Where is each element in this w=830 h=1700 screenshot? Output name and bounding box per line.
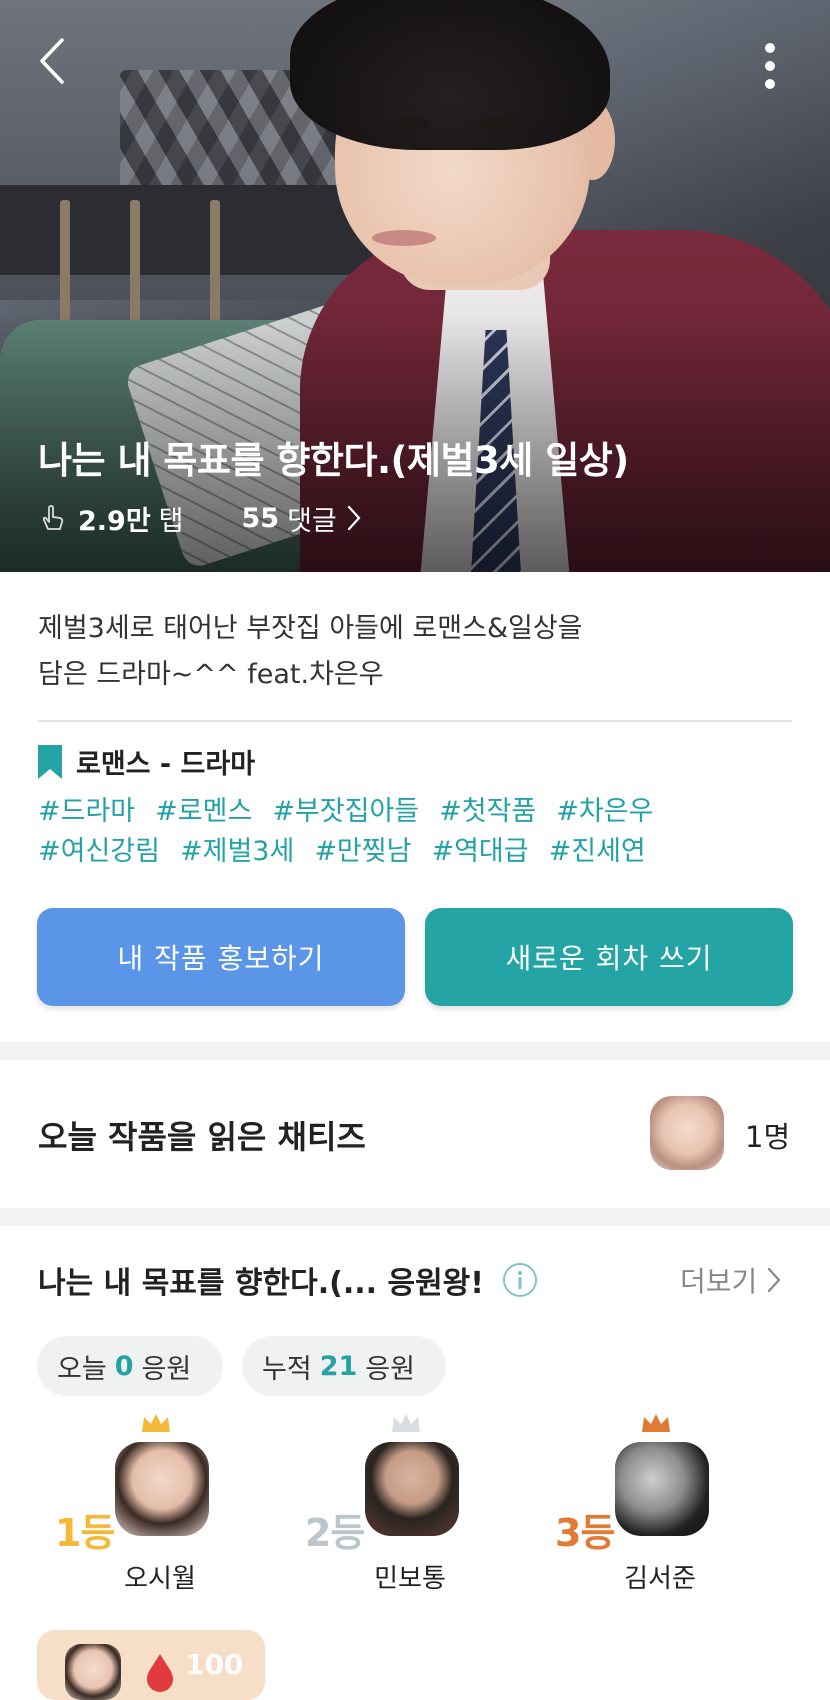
back-arrow-icon[interactable] xyxy=(36,36,72,86)
rank-name: 민보통 xyxy=(374,1564,446,1594)
description-line: 담은 드라마~^^ feat.차은우 xyxy=(38,659,384,690)
rank-item-2[interactable]: 2등 민보통 xyxy=(305,1412,505,1594)
hashtag[interactable]: #여신강림 xyxy=(38,832,160,872)
comments-link[interactable]: 55 댓글 xyxy=(242,499,361,538)
today-suffix: 응원 xyxy=(141,1353,192,1385)
reader-avatar[interactable] xyxy=(650,1096,724,1170)
readers-count[interactable]: 1명 xyxy=(745,1114,790,1156)
chevron-right-icon xyxy=(347,505,361,531)
total-suffix: 응원 xyxy=(365,1353,415,1385)
story-description: 제벌3세로 태어난 부잣집 아들에 로맨스&일상을 담은 드라마~^^ feat… xyxy=(38,606,758,698)
hashtag[interactable]: #부잣집아들 xyxy=(272,792,419,832)
more-link-text: 더보기 xyxy=(680,1265,758,1298)
divider xyxy=(38,720,792,722)
rank-number: 1등 xyxy=(55,1511,115,1555)
hashtag[interactable]: #로멘스 xyxy=(155,792,252,832)
description-line: 제벌3세로 태어난 부잣집 아들에 로맨스&일상을 xyxy=(38,613,583,644)
support-king-title-text: 나는 내 목표를 향한다.(... 응원왕! xyxy=(38,1266,484,1301)
today-value: 0 xyxy=(114,1350,134,1382)
rank-avatar xyxy=(615,1442,709,1536)
support-summary-value: 100 xyxy=(185,1648,244,1681)
more-link[interactable]: 더보기 xyxy=(680,1260,781,1300)
genre-text: 로맨스 - 드라마 xyxy=(76,749,256,780)
tap-count-label: 탭 xyxy=(158,505,184,537)
hashtag[interactable]: #만찢남 xyxy=(314,832,411,872)
rank-name: 오시월 xyxy=(124,1564,196,1594)
rank-name: 김서준 xyxy=(624,1564,696,1594)
today-support-pill: 오늘 0 응원 xyxy=(37,1336,223,1396)
comment-count-label: 댓글 xyxy=(287,505,337,537)
section-gap xyxy=(0,1042,830,1060)
genre-label: 로맨스 - 드라마 xyxy=(38,742,255,781)
rank-avatar xyxy=(365,1442,459,1536)
tap-count: 2.9만 탭 xyxy=(38,499,184,538)
rank-item-1[interactable]: 1등 오시월 xyxy=(55,1412,255,1594)
more-vertical-icon[interactable] xyxy=(760,40,780,92)
hashtag[interactable]: #역대급 xyxy=(431,832,528,872)
story-stats: 2.9만 탭 55 댓글 xyxy=(38,499,361,538)
readers-title: 오늘 작품을 읽은 채티즈 xyxy=(38,1118,366,1156)
silver-crown-icon xyxy=(392,1414,420,1432)
write-new-episode-button[interactable]: 새로운 회차 쓰기 xyxy=(425,908,793,1006)
support-king-title: 나는 내 목표를 향한다.(... 응원왕! xyxy=(38,1258,538,1302)
chevron-right-icon xyxy=(768,1267,781,1293)
rank-number: 2등 xyxy=(305,1511,365,1555)
total-value: 21 xyxy=(319,1350,358,1382)
section-gap xyxy=(0,1208,830,1226)
supporter-avatar xyxy=(65,1644,121,1700)
hashtag[interactable]: #제벌3세 xyxy=(180,832,294,872)
rank-avatar xyxy=(115,1442,209,1536)
story-title: 나는 내 목표를 향한다.(제벌3세 일상) xyxy=(38,439,629,482)
gold-crown-icon xyxy=(142,1414,170,1432)
cover-image xyxy=(0,0,830,572)
support-drop-icon xyxy=(147,1654,173,1692)
bronze-crown-icon xyxy=(642,1414,670,1432)
total-support-pill: 누적 21 응원 xyxy=(242,1336,446,1396)
hashtag[interactable]: #차은우 xyxy=(556,792,653,832)
today-label: 오늘 xyxy=(57,1353,107,1385)
rank-number: 3등 xyxy=(555,1511,615,1555)
hashtag[interactable]: #드라마 xyxy=(38,792,135,832)
total-label: 누적 xyxy=(262,1353,312,1385)
rank-item-3[interactable]: 3등 김서준 xyxy=(555,1412,755,1594)
bookmark-icon xyxy=(38,744,62,779)
tap-hand-icon xyxy=(42,505,64,530)
hashtag[interactable]: #진세연 xyxy=(549,832,646,872)
support-summary-card[interactable]: 100 xyxy=(37,1630,265,1700)
tap-count-value: 2.9만 xyxy=(78,505,151,537)
info-icon[interactable] xyxy=(502,1262,538,1298)
comment-count-value: 55 xyxy=(241,502,280,534)
tag-list: #드라마 #로멘스 #부잣집아들 #첫작품 #차은우 #여신강림 #제벌3세 #… xyxy=(38,792,798,872)
promote-work-button[interactable]: 내 작품 홍보하기 xyxy=(37,908,405,1006)
hashtag[interactable]: #첫작품 xyxy=(439,792,536,832)
